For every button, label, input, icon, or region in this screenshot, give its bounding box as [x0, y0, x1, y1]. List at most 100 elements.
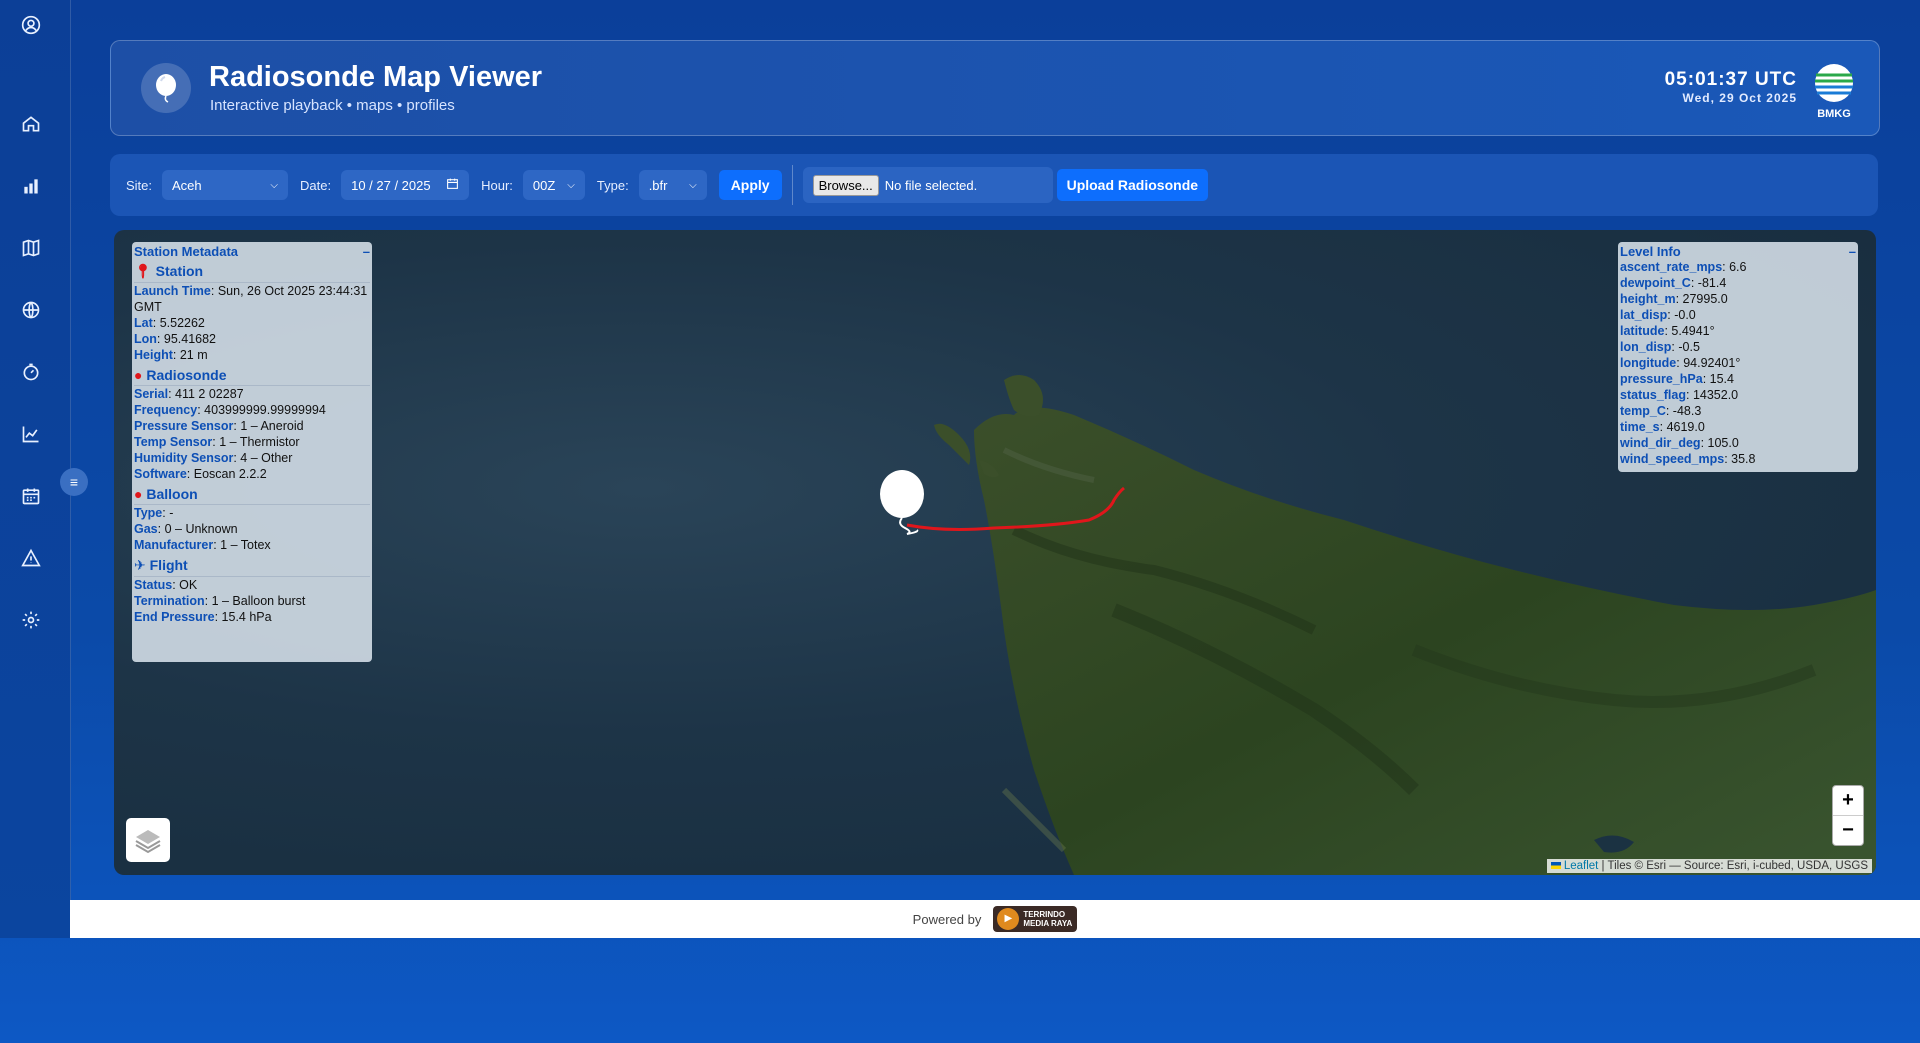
station-rows: Launch Time: Sun, 26 Oct 2025 23:44:31 G… — [134, 283, 370, 363]
info-key: Height — [134, 348, 173, 362]
info-value: 15.4 hPa — [221, 610, 272, 624]
info-key: height_m — [1620, 292, 1676, 306]
info-row: lat_disp: -0.0 — [1620, 308, 1696, 322]
info-row: Software: Eoscan 2.2.2 — [134, 467, 267, 481]
info-row: Frequency: 403999999.99999994 — [134, 403, 326, 417]
info-row: status_flag: 14352.0 — [1620, 388, 1739, 402]
sidebar-toggle-button[interactable]: ≡ — [60, 468, 88, 496]
layers-control-button[interactable] — [126, 818, 170, 862]
zoom-out-button[interactable]: − — [1833, 816, 1863, 845]
info-row: longitude: 94.92401° — [1620, 356, 1741, 370]
balloon-icon — [141, 63, 191, 113]
info-value: 0 – Unknown — [164, 522, 238, 536]
station-metadata-collapse-button[interactable]: – — [363, 244, 370, 259]
bar-chart-icon[interactable] — [19, 174, 43, 198]
info-row: Gas: 0 – Unknown — [134, 522, 238, 536]
page-title: Radiosonde Map Viewer — [209, 61, 543, 93]
site-label: Site: — [126, 177, 153, 193]
airplane-icon: ✈ — [134, 557, 146, 573]
balloon-marker-icon[interactable] — [879, 470, 927, 545]
type-select[interactable]: .bfr ⌵ — [638, 170, 707, 200]
balloon-icon: ● — [134, 486, 143, 502]
line-chart-icon[interactable] — [19, 422, 43, 446]
settings-icon[interactable] — [19, 608, 43, 632]
timer-icon[interactable] — [19, 360, 43, 384]
info-row: Temp Sensor: 1 – Thermistor — [134, 435, 300, 449]
ukraine-flag-icon — [1550, 862, 1561, 870]
info-value: -0.0 — [1674, 308, 1696, 322]
info-row: height_m: 27995.0 — [1620, 292, 1728, 306]
leaflet-link[interactable]: Leaflet — [1564, 860, 1599, 872]
radiosonde-section-title: ● Radiosonde — [134, 367, 370, 386]
balloon-rows: Type: - Gas: 0 – Unknown Manufacturer: 1 –… — [134, 505, 370, 553]
info-key: wind_dir_deg — [1620, 436, 1701, 450]
balloon-icon: ● — [134, 367, 143, 383]
level-info-collapse-button[interactable]: – — [1849, 244, 1856, 259]
toolbar-divider — [791, 165, 793, 205]
info-key: Gas — [134, 522, 158, 536]
map-view[interactable]: Station Metadata – 📍︎ Station Launch Tim… — [114, 230, 1876, 875]
info-row: wind_dir_deg: 105.0 — [1620, 436, 1739, 450]
layers-icon — [135, 830, 161, 854]
info-value: 35.8 — [1731, 452, 1756, 466]
info-key: ascent_rate_mps — [1620, 260, 1723, 274]
info-row: lon_disp: -0.5 — [1620, 340, 1700, 354]
page-header: Radiosonde Map Viewer Interactive playba… — [110, 40, 1880, 136]
warning-icon[interactable] — [19, 546, 43, 570]
info-row: Type: - — [134, 506, 174, 520]
info-value: 27995.0 — [1682, 292, 1728, 306]
map-icon[interactable] — [19, 236, 43, 260]
info-row: temp_C: -48.3 — [1620, 404, 1702, 418]
info-value: 4 – Other — [240, 451, 293, 465]
powered-by-label: Powered by — [912, 911, 982, 927]
info-row: latitude: 5.4941° — [1620, 324, 1715, 338]
file-status: No file selected. — [884, 177, 978, 193]
file-input[interactable]: Browse... No file selected. — [802, 167, 1053, 203]
hour-label: Hour: — [481, 177, 513, 193]
type-label: Type: — [596, 177, 629, 193]
user-icon[interactable] — [19, 13, 43, 37]
info-row: pressure_hPa: 15.4 — [1620, 372, 1734, 386]
info-key: temp_C — [1620, 404, 1666, 418]
info-row: wind_speed_mps: 35.8 — [1620, 452, 1756, 466]
apply-button[interactable]: Apply — [718, 170, 782, 200]
play-icon: ▶ — [997, 908, 1020, 930]
info-value: Eoscan 2.2.2 — [193, 467, 267, 481]
info-key: Humidity Sensor — [134, 451, 234, 465]
upload-radiosonde-button[interactable]: Upload Radiosonde — [1056, 169, 1209, 201]
info-key: lon_disp — [1620, 340, 1672, 354]
hour-select[interactable]: 00Z ⌵ — [522, 170, 585, 200]
balloon-section-title: ● Balloon — [134, 486, 370, 505]
level-rows: ascent_rate_mps: 6.6 dewpoint_C: -81.4 hei… — [1620, 259, 1856, 467]
date-input[interactable]: 10 / 27 / 2025 — [341, 170, 470, 200]
info-row: Serial: 411 2 02287 — [134, 387, 244, 401]
info-row: Status: OK — [134, 578, 198, 592]
info-value: 1 – Aneroid — [240, 419, 304, 433]
page-subtitle: Interactive playback • maps • profiles — [210, 97, 455, 114]
home-icon[interactable] — [19, 112, 43, 136]
info-key: pressure_hPa — [1620, 372, 1703, 386]
info-key: status_flag — [1620, 388, 1686, 402]
info-key: dewpoint_C — [1620, 276, 1691, 290]
browse-button[interactable]: Browse... — [812, 174, 879, 196]
info-key: Pressure Sensor — [134, 419, 234, 433]
info-row: ascent_rate_mps: 6.6 — [1620, 260, 1747, 274]
calendar-picker-icon[interactable] — [446, 177, 459, 193]
info-key: Serial — [134, 387, 169, 401]
info-row: dewpoint_C: -81.4 — [1620, 276, 1727, 290]
calendar-icon[interactable] — [19, 484, 43, 508]
zoom-control: + − — [1832, 785, 1864, 846]
pin-icon: 📍︎ — [134, 263, 152, 279]
site-select[interactable]: Aceh ⌵ — [162, 170, 289, 200]
info-value: 4619.0 — [1666, 420, 1705, 434]
flight-section-title: ✈ Flight — [134, 557, 370, 577]
utc-clock: 05:01:37 UTC Wed, 29 Oct 2025 — [1665, 69, 1797, 105]
clock-date: Wed, 29 Oct 2025 — [1682, 91, 1797, 105]
sidebar — [0, 0, 71, 938]
info-key: latitude — [1620, 324, 1665, 338]
globe-icon[interactable] — [19, 298, 43, 322]
flight-track — [906, 486, 1125, 531]
terrindo-logo[interactable]: ▶ TERRINDO MEDIA RAYA — [993, 906, 1078, 932]
footer: Powered by ▶ TERRINDO MEDIA RAYA — [70, 900, 1920, 938]
zoom-in-button[interactable]: + — [1833, 786, 1863, 816]
